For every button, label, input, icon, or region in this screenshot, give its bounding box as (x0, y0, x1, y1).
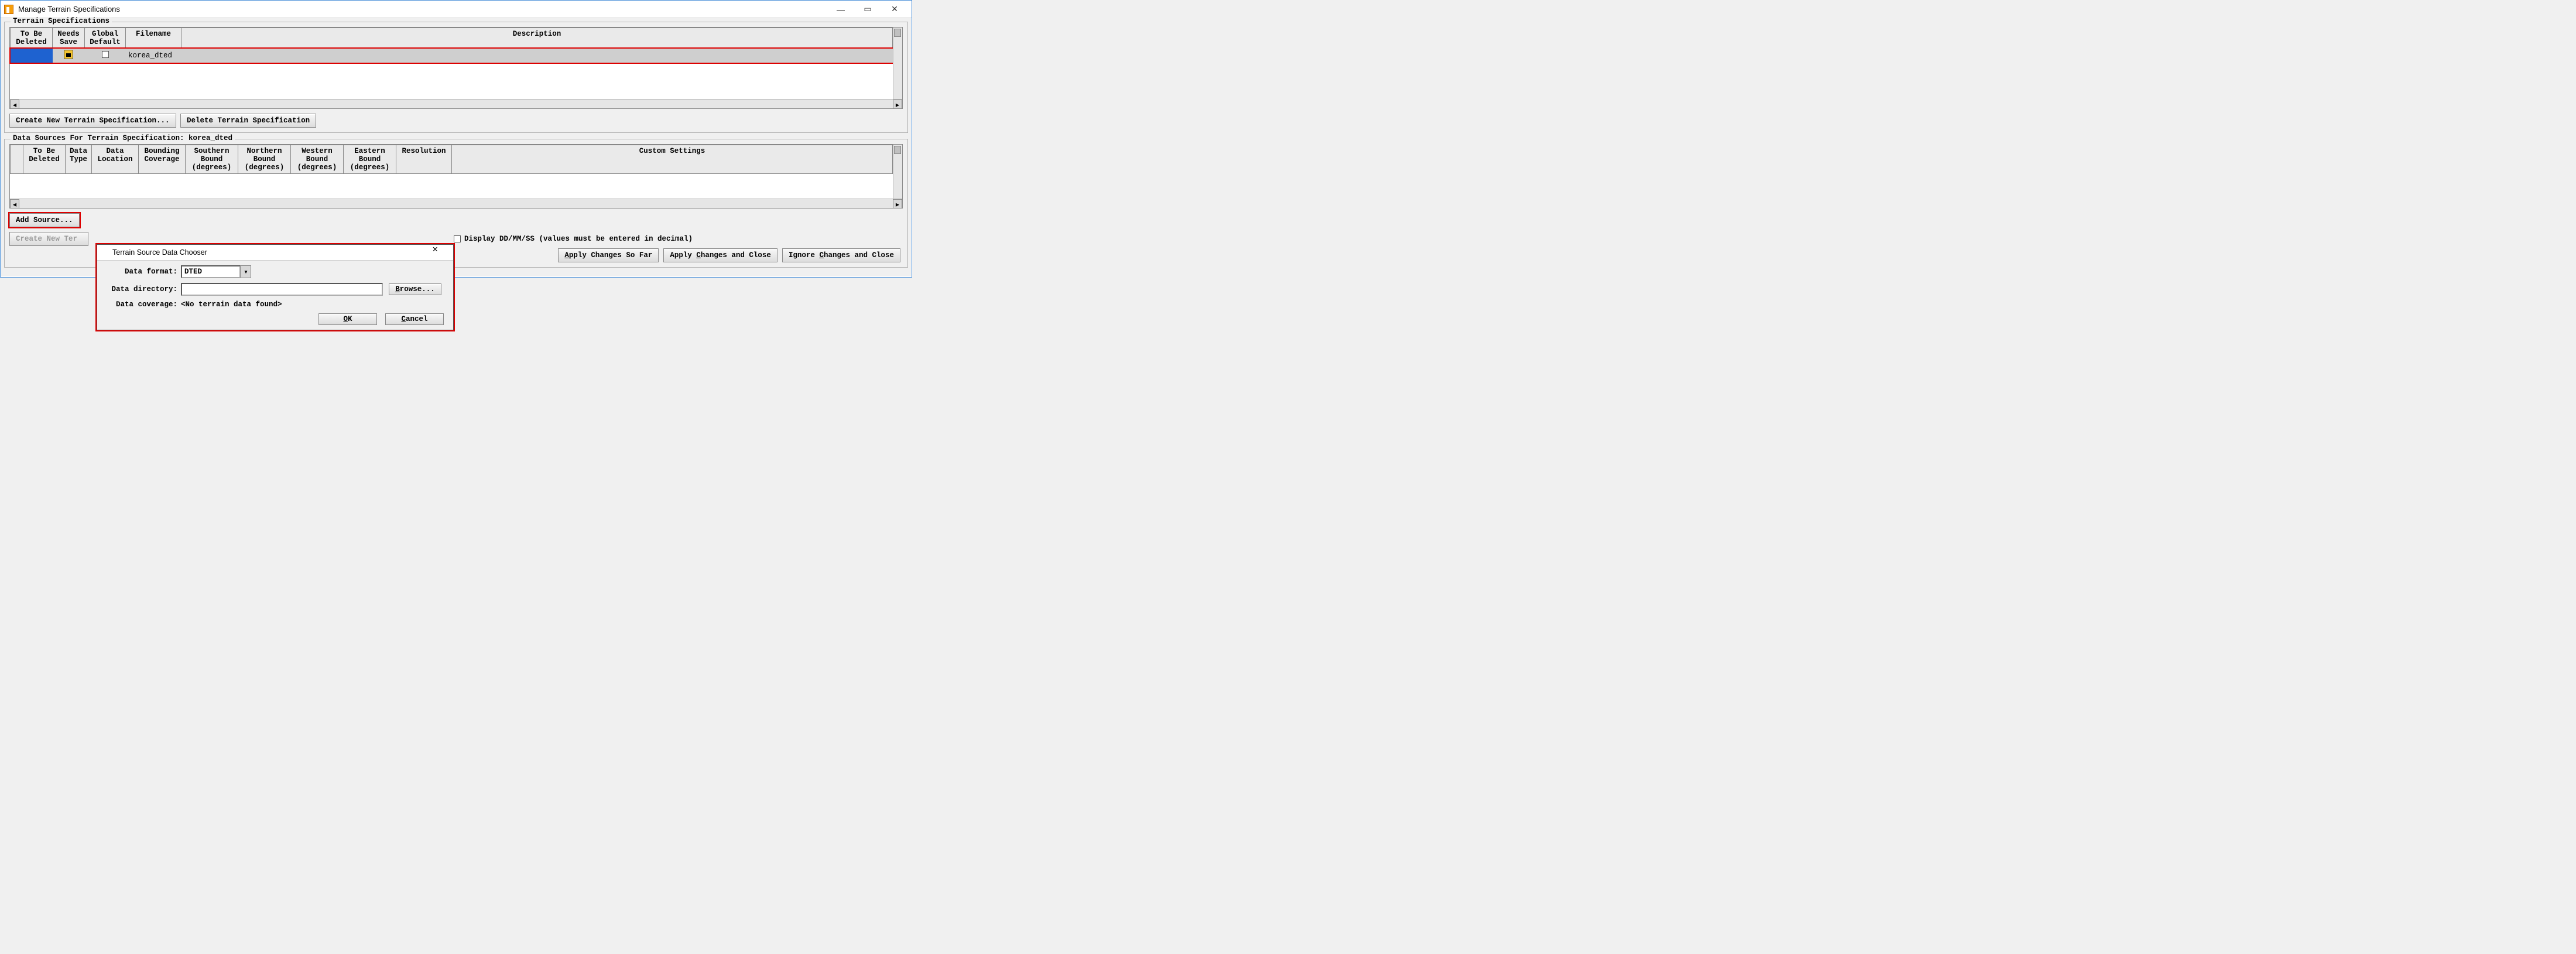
specs-table-wrap: To BeDeleted NeedsSave GlobalDefault Fil… (9, 27, 903, 109)
data-coverage-value: <No terrain data found> (181, 300, 282, 309)
dialog-title: Terrain Source Data Chooser (112, 248, 432, 257)
create-spec-button-disabled: Create New Ter (9, 232, 88, 246)
cell-description[interactable] (181, 49, 893, 63)
col-eastern[interactable]: EasternBound(degrees) (344, 145, 396, 174)
delete-spec-button[interactable]: Delete Terrain Specification (180, 114, 316, 128)
sources-table-wrap: To BeDeleted DataType DataLocation Bound… (9, 144, 903, 208)
dialog-close-button[interactable]: ✕ (432, 245, 450, 261)
col-to-be-deleted[interactable]: To BeDeleted (11, 28, 53, 49)
col-custom-settings[interactable]: Custom Settings (452, 145, 893, 174)
data-directory-label: Data directory: (102, 285, 181, 293)
col-bounding-coverage[interactable]: BoundingCoverage (139, 145, 186, 174)
app-logo-icon (4, 5, 13, 14)
col-src-to-be-deleted[interactable]: To BeDeleted (23, 145, 66, 174)
ok-button[interactable]: OK (318, 313, 377, 325)
hscroll-right-icon[interactable]: ▸ (893, 100, 902, 109)
data-sources-legend: Data Sources For Terrain Specification: … (11, 134, 235, 142)
global-default-checkbox[interactable] (102, 51, 109, 58)
window-title: Manage Terrain Specifications (18, 5, 827, 13)
terrain-specs-group: Terrain Specifications To BeDeleted Need… (4, 22, 908, 133)
sources-vscroll-thumb[interactable] (894, 146, 901, 154)
terrain-source-chooser-dialog: Terrain Source Data Chooser ✕ Data forma… (97, 244, 454, 330)
ddmmss-checkbox[interactable] (454, 235, 461, 242)
col-filename[interactable]: Filename (126, 28, 181, 49)
col-data-type[interactable]: DataType (66, 145, 92, 174)
data-format-value: DTED (181, 265, 241, 278)
chevron-down-icon[interactable]: ▾ (241, 265, 251, 278)
col-description[interactable]: Description (181, 28, 893, 49)
dialog-titlebar: Terrain Source Data Chooser ✕ (97, 245, 453, 261)
cell-to-be-deleted[interactable] (11, 49, 53, 63)
ddmmss-row: Display DD/MM/SS (values must be entered… (454, 235, 693, 243)
sources-empty-row[interactable] (11, 174, 893, 186)
data-directory-input[interactable] (181, 283, 383, 296)
data-format-label: Data format: (102, 268, 181, 276)
col-southern[interactable]: SouthernBound(degrees) (186, 145, 238, 174)
minimize-button[interactable]: — (827, 1, 854, 18)
specs-vscroll-thumb[interactable] (894, 29, 901, 37)
cell-filename[interactable]: korea_dted (126, 49, 181, 63)
client-area: Terrain Specifications To BeDeleted Need… (1, 18, 912, 277)
sources-hscroll-right-icon[interactable]: ▸ (893, 199, 902, 208)
titlebar: Manage Terrain Specifications — ▭ ✕ (1, 1, 912, 18)
cancel-button[interactable]: Cancel (385, 313, 444, 325)
col-resolution[interactable]: Resolution (396, 145, 452, 174)
ignore-close-button[interactable]: Ignore Changes and Close (782, 248, 900, 262)
sources-hscroll-left-icon[interactable]: ◂ (10, 199, 19, 208)
col-data-location[interactable]: DataLocation (92, 145, 139, 174)
data-coverage-label: Data coverage: (102, 300, 181, 309)
specs-hscroll[interactable]: ◂ ▸ (10, 99, 902, 108)
apply-so-far-button[interactable]: Apply Changes So Far (558, 248, 659, 262)
col-spacer[interactable] (11, 145, 23, 174)
specs-row-korea-dted[interactable]: korea_dted (11, 49, 893, 63)
ddmmss-label: Display DD/MM/SS (values must be entered… (464, 235, 693, 243)
specs-vscroll[interactable] (893, 28, 902, 108)
specs-table: To BeDeleted NeedsSave GlobalDefault Fil… (10, 28, 893, 63)
sources-hscroll[interactable]: ◂ ▸ (10, 199, 902, 208)
save-icon (64, 50, 73, 59)
sources-table: To BeDeleted DataType DataLocation Bound… (10, 145, 893, 186)
dialog-logo-icon (101, 248, 109, 257)
col-needs-save[interactable]: NeedsSave (53, 28, 85, 49)
close-button[interactable]: ✕ (881, 1, 908, 18)
apply-close-button[interactable]: Apply Changes and Close (663, 248, 777, 262)
col-global-default[interactable]: GlobalDefault (85, 28, 126, 49)
maximize-button[interactable]: ▭ (854, 1, 881, 18)
dialog-body: Data format: DTED ▾ Data directory: Brow… (97, 261, 453, 330)
create-spec-button[interactable]: Create New Terrain Specification... (9, 114, 176, 128)
hscroll-left-icon[interactable]: ◂ (10, 100, 19, 109)
cell-global-default[interactable] (85, 49, 126, 63)
browse-button[interactable]: Browse... (389, 283, 441, 295)
col-northern[interactable]: NorthernBound(degrees) (238, 145, 291, 174)
terrain-specs-legend: Terrain Specifications (11, 17, 112, 25)
add-source-button[interactable]: Add Source... (9, 213, 80, 227)
data-format-select[interactable]: DTED ▾ (181, 265, 251, 278)
col-western[interactable]: WesternBound(degrees) (291, 145, 344, 174)
cell-needs-save[interactable] (53, 49, 85, 63)
main-window: Manage Terrain Specifications — ▭ ✕ Terr… (0, 0, 912, 278)
